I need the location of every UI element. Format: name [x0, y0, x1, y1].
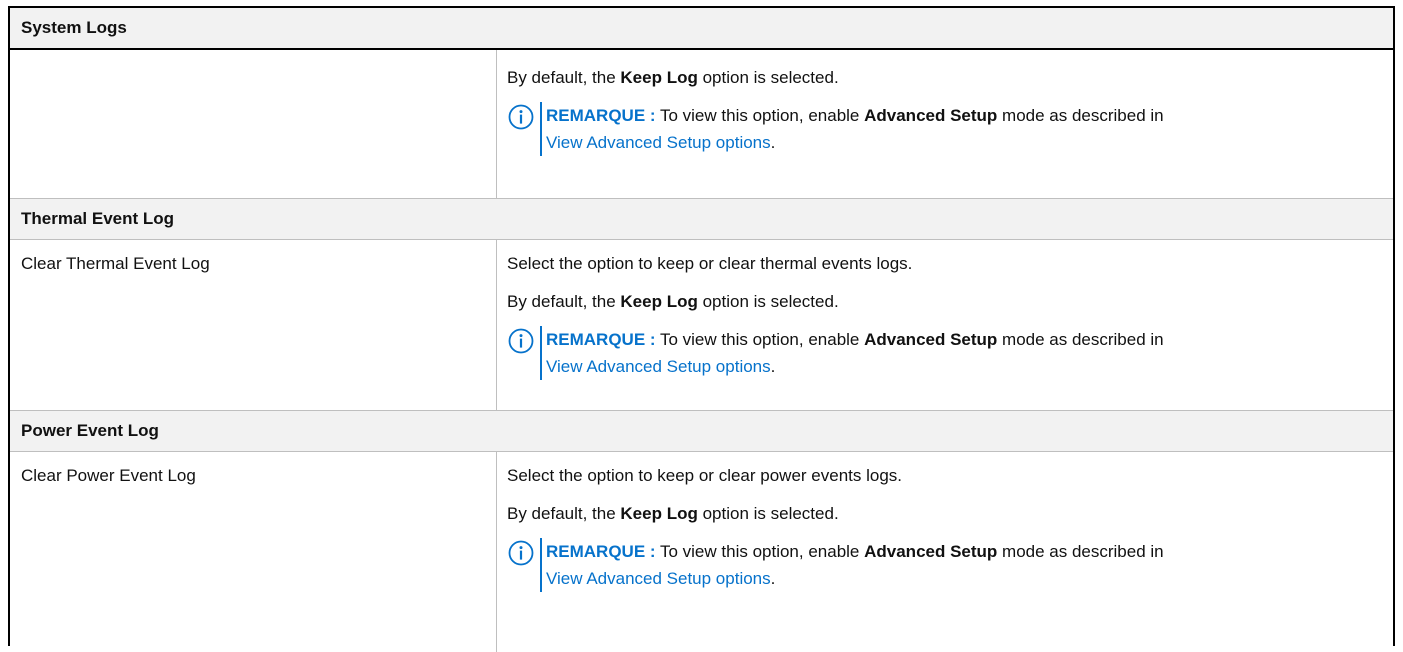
- option-name: Clear Thermal Event Log: [21, 254, 210, 273]
- default-text: By default, the Keep Log option is selec…: [507, 292, 1393, 312]
- default-text: By default, the Keep Log option is selec…: [507, 504, 1393, 524]
- section-heading-text: Thermal Event Log: [21, 209, 175, 228]
- default-prefix: By default, the: [507, 292, 621, 311]
- section-heading-thermal: Thermal Event Log: [10, 199, 1393, 240]
- default-prefix: By default, the: [507, 68, 621, 87]
- info-circle-icon: [508, 540, 534, 566]
- option-cell: Clear Thermal Event Log: [10, 240, 497, 410]
- option-cell-empty: [10, 50, 497, 198]
- section-heading-text: Power Event Log: [21, 421, 159, 440]
- table-row: Clear Thermal Event Log Select the optio…: [10, 240, 1393, 411]
- note-label: REMARQUE :: [546, 330, 656, 349]
- note-period: .: [770, 133, 776, 152]
- advanced-setup-link[interactable]: View Advanced Setup options: [546, 357, 771, 376]
- note-period: .: [770, 569, 776, 588]
- note-text: To view this option, enable: [655, 542, 865, 561]
- description-cell: Select the option to keep or clear power…: [497, 452, 1393, 652]
- section-heading-power: Power Event Log: [10, 411, 1393, 452]
- table-row-continued: By default, the Keep Log option is selec…: [10, 50, 1393, 199]
- note-emphasis: Advanced Setup: [864, 542, 998, 561]
- note-box: REMARQUE : To view this option, enable A…: [508, 538, 1393, 592]
- default-prefix: By default, the: [507, 504, 621, 523]
- description-cell: By default, the Keep Log option is selec…: [497, 50, 1393, 198]
- info-circle-icon: [508, 104, 534, 130]
- description-cell: Select the option to keep or clear therm…: [497, 240, 1393, 410]
- advanced-setup-link[interactable]: View Advanced Setup options: [546, 133, 771, 152]
- table-title: System Logs: [10, 8, 1393, 50]
- note-emphasis: Advanced Setup: [864, 106, 998, 125]
- note-emphasis: Advanced Setup: [864, 330, 998, 349]
- note-label: REMARQUE :: [546, 106, 656, 125]
- table-title-text: System Logs: [21, 18, 127, 37]
- note-body: REMARQUE : To view this option, enable A…: [540, 326, 1164, 380]
- default-suffix: option is selected.: [697, 504, 839, 523]
- note-text-end: mode as described in: [997, 106, 1164, 125]
- default-option: Keep Log: [620, 292, 698, 311]
- info-circle-icon: [508, 328, 534, 354]
- default-suffix: option is selected.: [697, 68, 839, 87]
- note-text-end: mode as described in: [997, 542, 1164, 561]
- advanced-setup-link[interactable]: View Advanced Setup options: [546, 569, 771, 588]
- option-description: Select the option to keep or clear therm…: [507, 254, 913, 273]
- note-period: .: [770, 357, 776, 376]
- default-option: Keep Log: [620, 504, 698, 523]
- note-text: To view this option, enable: [655, 106, 865, 125]
- note-box: REMARQUE : To view this option, enable A…: [508, 326, 1393, 380]
- default-option: Keep Log: [620, 68, 698, 87]
- option-cell: Clear Power Event Log: [10, 452, 497, 652]
- note-body: REMARQUE : To view this option, enable A…: [540, 538, 1164, 592]
- note-label: REMARQUE :: [546, 542, 656, 561]
- table-row: Clear Power Event Log Select the option …: [10, 452, 1393, 652]
- default-suffix: option is selected.: [697, 292, 839, 311]
- default-text: By default, the Keep Log option is selec…: [507, 68, 1393, 88]
- note-text-end: mode as described in: [997, 330, 1164, 349]
- option-description: Select the option to keep or clear power…: [507, 466, 903, 485]
- option-name: Clear Power Event Log: [21, 466, 196, 485]
- settings-table: System Logs By default, the Keep Log opt…: [8, 6, 1395, 652]
- note-text: To view this option, enable: [655, 330, 865, 349]
- note-box: REMARQUE : To view this option, enable A…: [508, 102, 1393, 156]
- note-body: REMARQUE : To view this option, enable A…: [540, 102, 1164, 156]
